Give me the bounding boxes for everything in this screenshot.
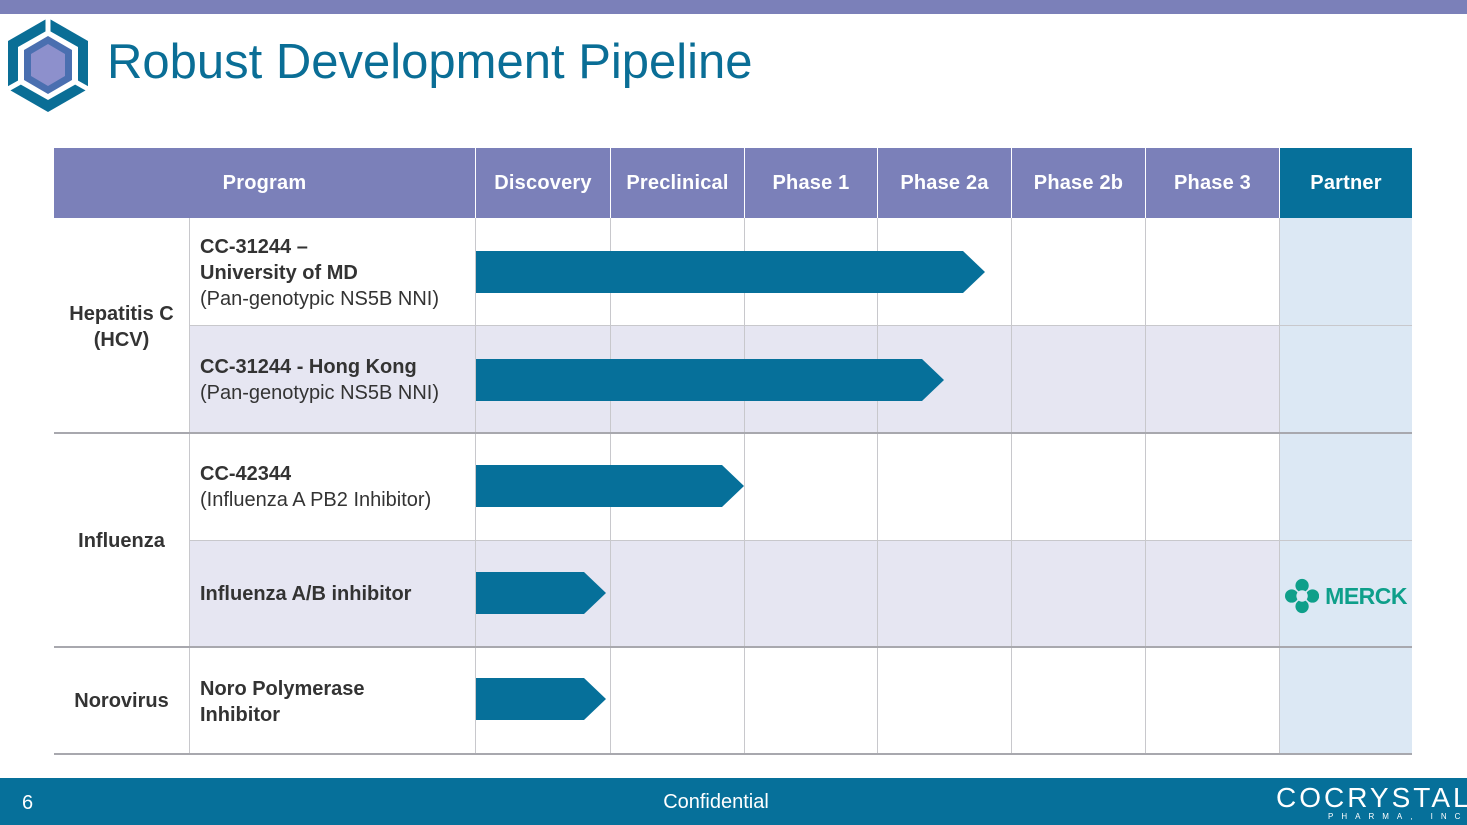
group-divider	[54, 432, 1412, 434]
program-name: Influenza A/B inhibitor	[200, 583, 412, 605]
grid-line	[1011, 218, 1012, 754]
group-label-influenza: Influenza	[78, 530, 165, 552]
program-name: CC-31244 - Hong Kong	[200, 356, 417, 378]
header-phase-1: Phase 1	[744, 148, 877, 218]
progress-arrow	[476, 678, 606, 720]
progress-arrow	[476, 251, 985, 293]
grid-line	[877, 218, 878, 754]
group-label-hcv: Hepatitis C (HCV)	[69, 303, 174, 351]
grid-line	[1145, 218, 1146, 754]
header-program: Program	[54, 148, 475, 218]
table-bottom-line	[54, 753, 1412, 755]
header-preclinical: Preclinical	[610, 148, 744, 218]
program-name: Noro Polymerase Inhibitor	[200, 678, 365, 726]
footer-bar: 6 Confidential COCRYSTAL PHARMA, INC	[0, 778, 1467, 825]
grid-line	[1279, 218, 1280, 754]
header-phase-2b: Phase 2b	[1011, 148, 1145, 218]
grid-line	[189, 218, 190, 754]
grid-line	[475, 218, 476, 754]
merck-emblem-icon	[1285, 578, 1320, 614]
row-divider	[189, 325, 1412, 326]
program-cell: CC-31244 – University of MD (Pan-genotyp…	[200, 234, 439, 312]
program-detail: (Pan-genotypic NS5B NNI)	[200, 382, 439, 404]
header-phase-3: Phase 3	[1145, 148, 1279, 218]
header-phase-2a: Phase 2a	[877, 148, 1011, 218]
program-detail: (Influenza A PB2 Inhibitor)	[200, 489, 432, 511]
program-cell: CC-31244 - Hong Kong (Pan-genotypic NS5B…	[200, 354, 475, 406]
top-accent-stripe	[0, 0, 1467, 14]
header-partner: Partner	[1279, 148, 1412, 218]
cocrystal-logo: COCRYSTAL PHARMA, INC	[1276, 782, 1467, 824]
program-detail: (Pan-genotypic NS5B NNI)	[200, 288, 439, 310]
program-name: CC-31244 – University of MD	[200, 236, 358, 284]
confidential-label: Confidential	[663, 791, 769, 813]
group-divider	[54, 646, 1412, 648]
program-cell: CC-42344 (Influenza A PB2 Inhibitor)	[200, 461, 475, 513]
group-label-norovirus: Norovirus	[74, 690, 169, 712]
partner-merck-logo: MERCK	[1285, 577, 1407, 615]
partner-name: MERCK	[1325, 582, 1407, 609]
table-header: Program Discovery Preclinical Phase 1 Ph…	[54, 148, 1412, 218]
brand-name: COCRYSTAL	[1276, 782, 1467, 813]
program-cell: Noro Polymerase Inhibitor	[200, 676, 400, 728]
row-divider	[189, 540, 1412, 541]
program-name: CC-42344	[200, 463, 292, 485]
hexagon-logo-icon	[6, 18, 90, 112]
grid-line	[610, 218, 611, 754]
partner-column	[1279, 218, 1412, 754]
grid-line	[744, 218, 745, 754]
header-discovery: Discovery	[475, 148, 610, 218]
brand-subtitle: PHARMA, INC	[1328, 812, 1467, 821]
slide-title: Robust Development Pipeline	[107, 35, 753, 89]
program-cell: Influenza A/B inhibitor	[200, 581, 475, 607]
